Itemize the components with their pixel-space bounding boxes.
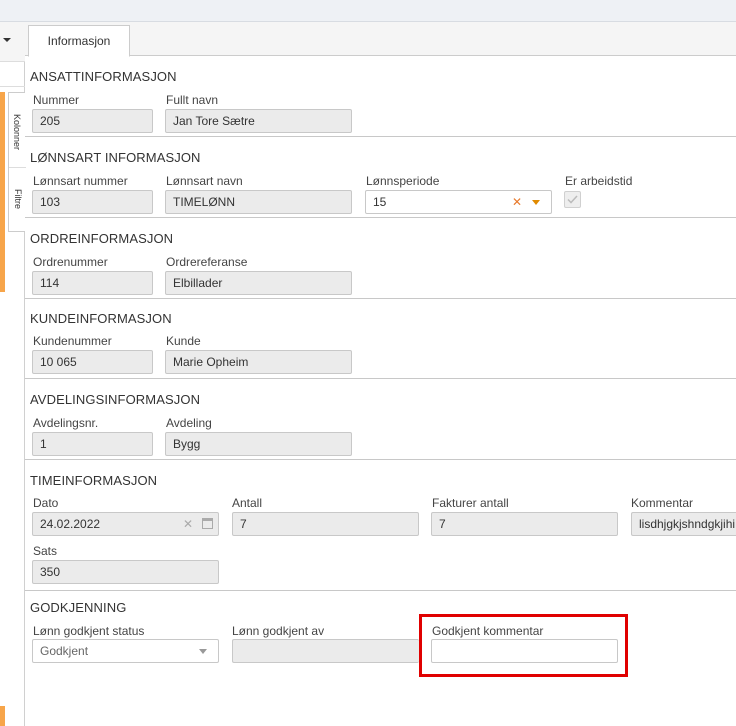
order-ref-label: Ordrereferanse	[166, 255, 248, 269]
scrollbar[interactable]	[0, 92, 5, 292]
section-title: LØNNSART INFORMASJON	[30, 150, 201, 165]
chevron-down-icon[interactable]	[532, 200, 540, 205]
customer-field[interactable]: Marie Opheim	[165, 350, 352, 374]
wage-type-name-label: Lønnsart navn	[166, 174, 243, 188]
approval-status-value: Godkjent	[40, 644, 89, 658]
top-bar	[0, 0, 736, 22]
count-label: Antall	[232, 496, 263, 510]
customer-number-field[interactable]: 10 065	[32, 350, 153, 374]
highlight-box	[419, 614, 628, 677]
department-number-field[interactable]: 1	[32, 432, 153, 456]
number-label: Nummer	[33, 93, 80, 107]
section-ordre: ORDREINFORMASJON Ordrenummer 114 Ordrere…	[25, 218, 736, 299]
pay-period-value: 15	[373, 195, 387, 209]
tab-informasjon[interactable]: Informasjon	[28, 25, 130, 57]
customer-label: Kunde	[166, 334, 201, 348]
pay-period-select[interactable]: 15 ✕	[365, 190, 552, 214]
section-title: AVDELINGSINFORMASJON	[30, 392, 201, 407]
employee-number-field[interactable]: 205	[32, 109, 153, 133]
section-title: GODKJENNING	[30, 600, 127, 615]
section-title: ORDREINFORMASJON	[30, 231, 174, 246]
name-label: Fullt navn	[166, 93, 219, 107]
customer-number-label: Kundenummer	[33, 334, 112, 348]
department-field[interactable]: Bygg	[165, 432, 352, 456]
count-field[interactable]: 7	[232, 512, 419, 536]
clear-icon[interactable]: ✕	[512, 191, 522, 213]
section-title: KUNDEINFORMASJON	[30, 311, 172, 326]
divider	[0, 86, 25, 87]
rate-field[interactable]: 350	[32, 560, 219, 584]
worktime-label: Er arbeidstid	[565, 174, 633, 188]
invoice-count-field[interactable]: 7	[431, 512, 618, 536]
columns-side-tab[interactable]: Kolonner	[9, 101, 26, 163]
divider	[9, 167, 26, 168]
section-time: TIMEINFORMASJON Dato 24.02.2022 ✕ Antall…	[25, 460, 736, 591]
approved-by-label: Lønn godkjent av	[232, 624, 325, 638]
worktime-checkbox[interactable]	[564, 191, 581, 208]
section-title: ANSATTINFORMASJON	[30, 69, 177, 84]
approval-status-select[interactable]: Godkjent	[32, 639, 219, 663]
order-number-label: Ordrenummer	[33, 255, 108, 269]
check-icon	[567, 195, 578, 204]
employee-name-field[interactable]: Jan Tore Sætre	[165, 109, 352, 133]
wage-type-name-field[interactable]: TIMELØNN	[165, 190, 352, 214]
date-field[interactable]: 24.02.2022 ✕	[32, 512, 219, 536]
scrollbar-bottom[interactable]	[0, 706, 5, 726]
columns-tab-label: Kolonner	[12, 113, 23, 151]
department-label: Avdeling	[166, 416, 212, 430]
wage-type-number-field[interactable]: 103	[32, 190, 153, 214]
date-value: 24.02.2022	[40, 517, 101, 531]
tab-bar: Informasjon	[25, 22, 736, 57]
chevron-down-icon[interactable]	[3, 38, 11, 42]
main-panel: Informasjon ANSATTINFORMASJON Nummer 205…	[25, 22, 736, 726]
side-tabs: Kolonner Filtre	[8, 92, 26, 232]
section-lonnsart: LØNNSART INFORMASJON Lønnsart nummer 103…	[25, 137, 736, 218]
section-title: TIMEINFORMASJON	[30, 473, 158, 488]
invoice-count-label: Fakturer antall	[432, 496, 509, 510]
section-godkjenning: GODKJENNING Lønn godkjent status Godkjen…	[25, 591, 736, 726]
chevron-down-icon[interactable]	[199, 649, 207, 654]
date-label: Dato	[33, 496, 59, 510]
section-ansatt: ANSATTINFORMASJON Nummer 205 Fullt navn …	[25, 56, 736, 137]
filter-side-tab[interactable]: Filtre	[9, 173, 26, 225]
approval-status-label: Lønn godkjent status	[33, 624, 145, 638]
pay-period-label: Lønnsperiode	[366, 174, 440, 188]
order-ref-field[interactable]: Elbillader	[165, 271, 352, 295]
section-avdeling: AVDELINGSINFORMASJON Avdelingsnr. 1 Avde…	[25, 379, 736, 460]
clear-icon[interactable]: ✕	[183, 513, 193, 535]
rate-label: Sats	[33, 544, 58, 558]
comment-field[interactable]: lisdhjgkjshndgkjihi	[631, 512, 736, 536]
order-number-field[interactable]: 114	[32, 271, 153, 295]
wage-type-number-label: Lønnsart nummer	[33, 174, 128, 188]
comment-label: Kommentar	[631, 496, 694, 510]
approved-by-field[interactable]	[232, 639, 419, 663]
calendar-icon[interactable]	[202, 518, 213, 529]
filter-tab-label: Filtre	[12, 189, 23, 209]
left-toolbar	[0, 22, 25, 62]
department-number-label: Avdelingsnr.	[33, 416, 99, 430]
section-kunde: KUNDEINFORMASJON Kundenummer 10 065 Kund…	[25, 299, 736, 379]
